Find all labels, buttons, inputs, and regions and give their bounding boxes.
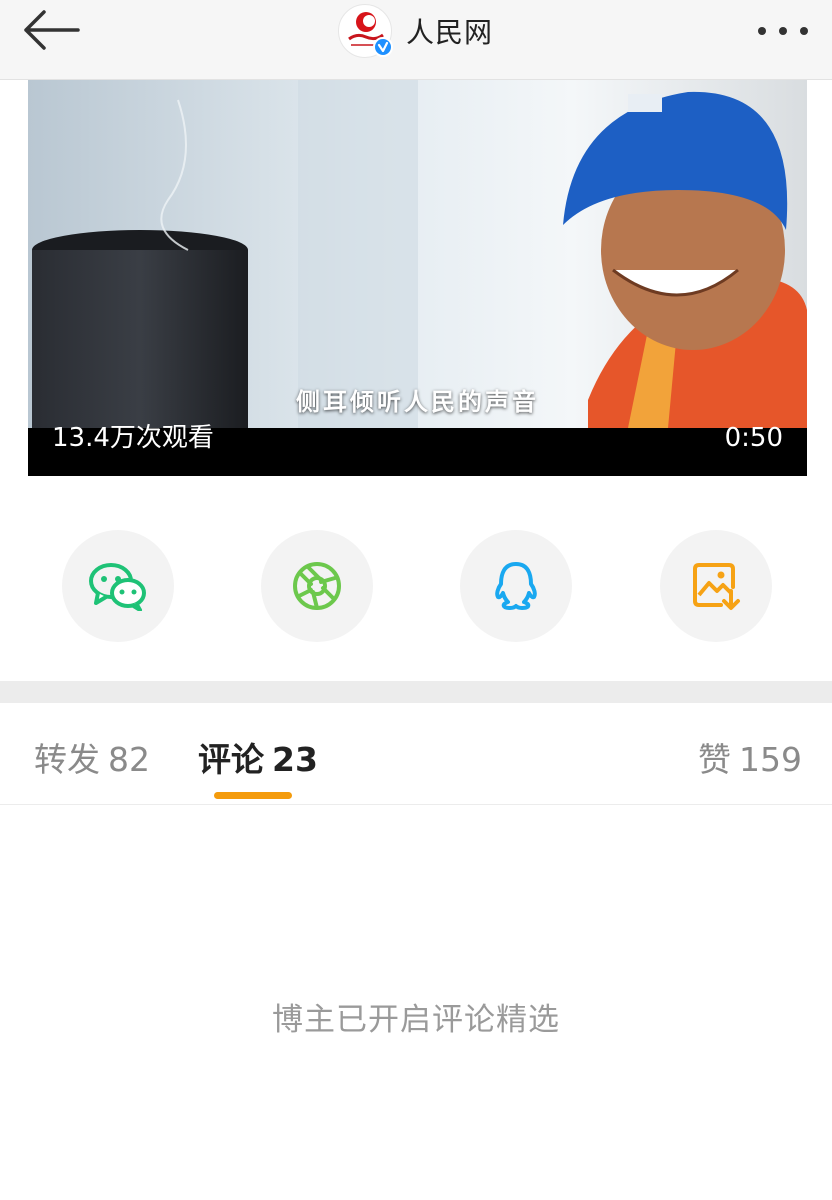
- wechat-icon: [89, 563, 146, 611]
- back-button[interactable]: [18, 6, 82, 54]
- share-qq-button[interactable]: [460, 530, 572, 642]
- top-bar: 人民网: [0, 0, 832, 80]
- tab-reposts-count: 82: [108, 740, 150, 779]
- share-row: [0, 530, 832, 645]
- verified-badge-icon: [373, 37, 393, 57]
- account-name[interactable]: 人民网: [406, 11, 493, 51]
- tab-comments[interactable]: 评论 23: [198, 733, 318, 781]
- save-image-icon: [693, 563, 740, 610]
- section-divider: [0, 681, 832, 703]
- account-header[interactable]: 人民网: [338, 2, 493, 60]
- comment-selection-notice: 博主已开启评论精选: [272, 1002, 560, 1038]
- qq-icon: [495, 562, 537, 610]
- video-subtitle: 侧耳倾听人民的声音: [296, 388, 539, 416]
- back-arrow-icon: [24, 10, 80, 50]
- tab-bar: 转发 82 评论 23 赞 159: [0, 703, 832, 805]
- avatar[interactable]: [338, 4, 393, 58]
- video-player[interactable]: 侧耳倾听人民的声音 13.4万次观看 0:50: [28, 80, 807, 476]
- share-moments-button[interactable]: [261, 530, 373, 642]
- tab-likes-count: 159: [739, 740, 802, 779]
- more-button[interactable]: [756, 16, 812, 46]
- video-duration: 0:50: [724, 423, 783, 453]
- tab-likes[interactable]: 赞 159: [698, 733, 802, 781]
- tab-reposts-label: 转发: [34, 740, 100, 779]
- view-count: 13.4万次观看: [52, 423, 214, 453]
- save-image-button[interactable]: [660, 530, 772, 642]
- video-info-bar: 13.4万次观看 0:50: [28, 423, 807, 476]
- more-dots-icon: [758, 27, 808, 35]
- moments-icon: [293, 562, 341, 610]
- tab-comments-count: 23: [272, 740, 318, 779]
- active-tab-indicator: [214, 792, 292, 799]
- tab-likes-label: 赞: [698, 740, 731, 779]
- share-wechat-button[interactable]: [62, 530, 174, 642]
- video-thumbnail: [28, 80, 807, 428]
- tab-comments-label: 评论: [198, 740, 264, 779]
- tab-reposts[interactable]: 转发 82: [34, 733, 150, 781]
